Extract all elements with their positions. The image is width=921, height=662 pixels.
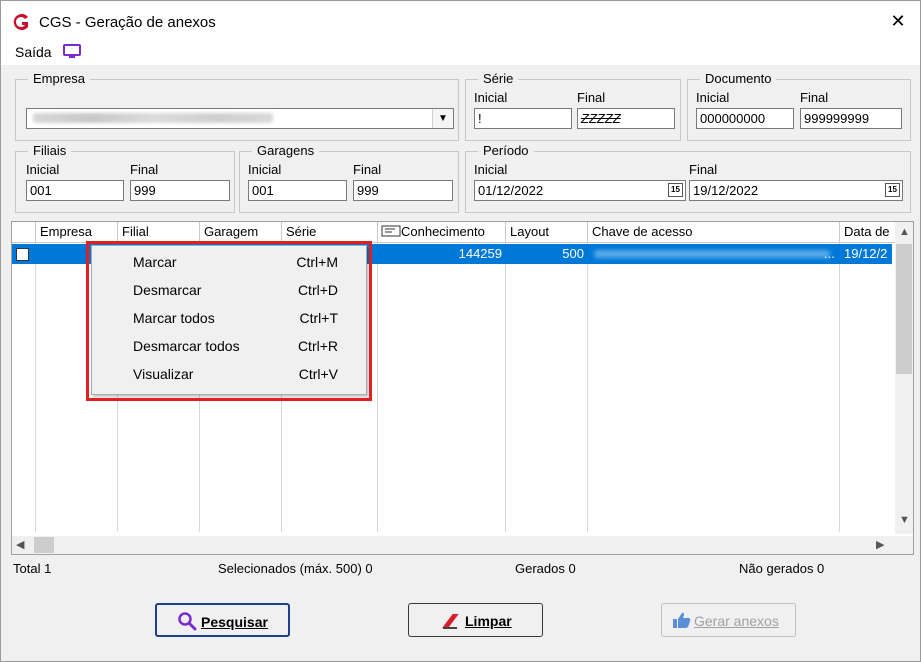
filiais-final-input[interactable]: 999 bbox=[130, 180, 230, 201]
documento-inicial-label: Inicial bbox=[696, 90, 730, 105]
menu-saida[interactable]: Saída bbox=[15, 44, 52, 60]
serie-inicial-label: Inicial bbox=[474, 90, 508, 105]
grid-header: Empresa Filial Garagem Série Conheciment… bbox=[12, 222, 913, 243]
scroll-thumb[interactable] bbox=[34, 537, 54, 553]
periodo-inicial-value: 01/12/2022 bbox=[478, 183, 544, 198]
menu-bar: Saída bbox=[1, 41, 920, 65]
row-conhecimento: 144259 bbox=[458, 246, 502, 261]
grid-line bbox=[839, 242, 840, 532]
periodo-group: Período Inicial Final 01/12/2022 15 19/1… bbox=[465, 143, 911, 213]
filiais-inicial-label: Inicial bbox=[26, 162, 60, 177]
serie-legend: Série bbox=[478, 71, 519, 86]
row-data: 19/12/2 bbox=[844, 246, 888, 261]
pesquisar-button[interactable]: Pesquisar bbox=[155, 603, 290, 637]
calendar-icon[interactable]: 15 bbox=[885, 183, 900, 197]
app-logo-icon bbox=[13, 14, 28, 30]
scroll-thumb[interactable] bbox=[896, 244, 912, 374]
eraser-icon bbox=[442, 614, 459, 629]
document-icon bbox=[381, 225, 401, 237]
col-chave[interactable]: Chave de acesso bbox=[588, 222, 840, 242]
periodo-final-label: Final bbox=[689, 162, 718, 177]
garagens-final-input[interactable]: 999 bbox=[353, 180, 453, 201]
filiais-group: Filiais Inicial Final 001 999 bbox=[15, 143, 235, 213]
garagens-group: Garagens Inicial Final 001 999 bbox=[239, 143, 459, 213]
limpar-button[interactable]: Limpar bbox=[408, 603, 543, 637]
grid-line bbox=[377, 242, 378, 532]
grid-header-checkbox-col[interactable] bbox=[12, 222, 36, 242]
status-total: Total 1 bbox=[13, 561, 52, 576]
filiais-final-label: Final bbox=[130, 162, 159, 177]
empresa-group: Empresa ▼ bbox=[15, 71, 459, 141]
garagens-inicial-input[interactable]: 001 bbox=[248, 180, 347, 201]
filiais-inicial-input[interactable]: 001 bbox=[26, 180, 124, 201]
gerar-anexos-label: Gerar anexos bbox=[694, 613, 779, 629]
row-checkbox[interactable] bbox=[16, 248, 29, 261]
close-icon[interactable]: ✕ bbox=[888, 11, 908, 31]
horizontal-scrollbar[interactable]: ◀ ▶ bbox=[12, 536, 913, 554]
highlight-box bbox=[86, 241, 372, 401]
garagens-inicial-label: Inicial bbox=[248, 162, 282, 177]
scroll-right-icon[interactable]: ▶ bbox=[876, 538, 884, 551]
garagens-final-label: Final bbox=[353, 162, 382, 177]
search-icon bbox=[178, 612, 197, 631]
status-nao-gerados: Não gerados 0 bbox=[739, 561, 825, 576]
empresa-value-blurred bbox=[33, 113, 273, 123]
col-garagem[interactable]: Garagem bbox=[200, 222, 282, 242]
pesquisar-label: Pesquisar bbox=[201, 614, 268, 630]
periodo-final-input[interactable]: 19/12/2022 15 bbox=[689, 180, 903, 201]
empresa-combo[interactable]: ▼ bbox=[26, 108, 454, 129]
periodo-final-value: 19/12/2022 bbox=[693, 183, 759, 198]
title-bar: CGS - Geração de anexos ✕ bbox=[1, 1, 920, 41]
row-layout: 500 bbox=[562, 246, 584, 261]
calendar-icon[interactable]: 15 bbox=[668, 183, 683, 197]
vertical-scrollbar[interactable]: ▲ ▼ bbox=[895, 222, 913, 534]
periodo-legend: Período bbox=[478, 143, 534, 158]
thumbs-up-icon bbox=[673, 612, 691, 628]
col-conhecimento-label: Conhecimento bbox=[401, 224, 485, 239]
col-filial[interactable]: Filial bbox=[118, 222, 200, 242]
documento-final-input[interactable]: 999999999 bbox=[800, 108, 902, 129]
col-empresa[interactable]: Empresa bbox=[36, 222, 118, 242]
main-window: CGS - Geração de anexos ✕ Saída Empresa … bbox=[0, 0, 921, 662]
documento-group: Documento Inicial Final 000000000 999999… bbox=[687, 71, 911, 141]
periodo-inicial-label: Inicial bbox=[474, 162, 508, 177]
serie-final-input[interactable]: ZZZZZ bbox=[577, 108, 675, 129]
monitor-icon[interactable] bbox=[63, 44, 81, 59]
documento-final-label: Final bbox=[800, 90, 829, 105]
grid-line bbox=[505, 242, 506, 532]
status-selecionados: Selecionados (máx. 500) 0 bbox=[218, 561, 373, 576]
scroll-left-icon[interactable]: ◀ bbox=[16, 538, 24, 551]
status-gerados: Gerados 0 bbox=[515, 561, 576, 576]
gerar-anexos-button[interactable]: Gerar anexos bbox=[661, 603, 796, 637]
grid-line bbox=[35, 242, 36, 532]
documento-legend: Documento bbox=[700, 71, 777, 86]
filiais-legend: Filiais bbox=[28, 143, 72, 158]
serie-final-label: Final bbox=[577, 90, 606, 105]
col-serie[interactable]: Série bbox=[282, 222, 378, 242]
serie-inicial-input[interactable]: ! bbox=[474, 108, 572, 129]
row-chave-suffix: ... bbox=[824, 246, 835, 261]
serie-group: Série Inicial Final ! ZZZZZ bbox=[465, 71, 681, 141]
col-data[interactable]: Data de bbox=[840, 222, 900, 242]
window-title: CGS - Geração de anexos bbox=[39, 14, 216, 31]
scroll-up-icon[interactable]: ▲ bbox=[899, 226, 910, 238]
col-conhecimento[interactable]: Conhecimento bbox=[378, 222, 506, 242]
periodo-inicial-input[interactable]: 01/12/2022 15 bbox=[474, 180, 686, 201]
documento-inicial-input[interactable]: 000000000 bbox=[696, 108, 794, 129]
empresa-legend: Empresa bbox=[28, 71, 91, 86]
garagens-legend: Garagens bbox=[252, 143, 320, 158]
row-chave-blurred bbox=[594, 250, 830, 258]
col-layout[interactable]: Layout bbox=[506, 222, 588, 242]
grid-line bbox=[587, 242, 588, 532]
scroll-down-icon[interactable]: ▼ bbox=[899, 514, 910, 526]
limpar-label: Limpar bbox=[465, 613, 512, 629]
chevron-down-icon[interactable]: ▼ bbox=[432, 109, 453, 128]
